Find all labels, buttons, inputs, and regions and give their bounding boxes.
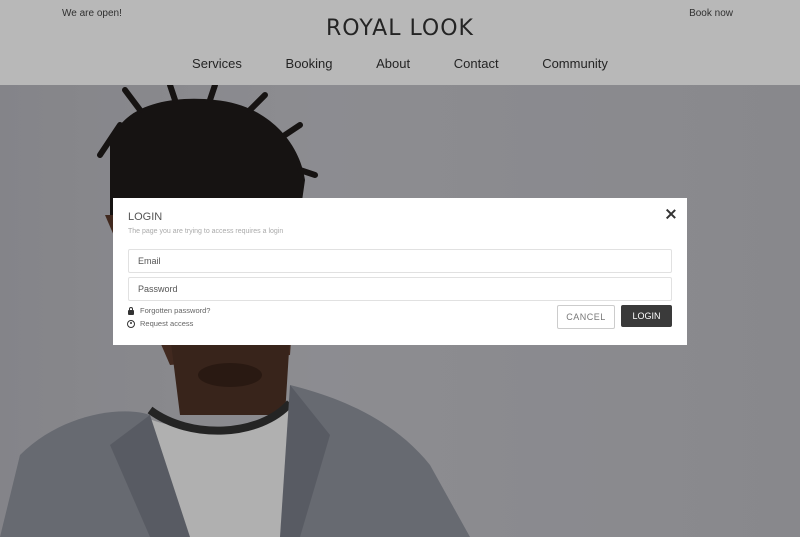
- circle-dot-icon: [127, 319, 135, 328]
- close-icon[interactable]: [665, 208, 677, 220]
- forgot-password-label: Forgotten password?: [140, 306, 211, 315]
- password-field[interactable]: [128, 277, 672, 301]
- lock-icon: [127, 306, 135, 315]
- email-field[interactable]: [128, 249, 672, 273]
- request-access-link[interactable]: Request access: [127, 319, 193, 328]
- forgot-password-link[interactable]: Forgotten password?: [127, 306, 210, 315]
- login-button[interactable]: LOGIN: [621, 305, 672, 327]
- modal-title: LOGIN: [128, 211, 163, 223]
- modal-subtitle: The page you are trying to access requir…: [128, 228, 284, 235]
- cancel-button[interactable]: CANCEL: [557, 305, 615, 329]
- login-modal: LOGIN The page you are trying to access …: [113, 198, 687, 345]
- request-access-label: Request access: [140, 319, 194, 328]
